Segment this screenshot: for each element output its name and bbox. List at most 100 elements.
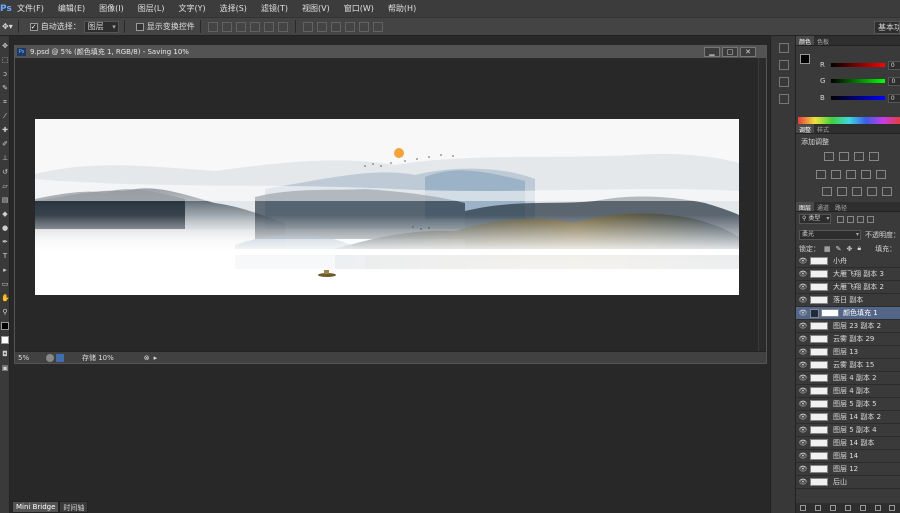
auto-select-checkbox[interactable]: ✓ bbox=[29, 22, 38, 31]
add-mask-icon[interactable] bbox=[830, 505, 837, 511]
layer-style-icon[interactable] bbox=[815, 505, 822, 511]
align-hcenter-icon[interactable] bbox=[263, 21, 274, 32]
visibility-eye-icon[interactable]: 👁︎ bbox=[796, 309, 810, 317]
layer-row[interactable]: 👁︎ 图层 14 副本 2 bbox=[796, 411, 900, 424]
visibility-eye-icon[interactable]: 👁︎ bbox=[796, 361, 810, 369]
brush-tool-icon[interactable]: ✐ bbox=[1, 140, 9, 148]
marquee-tool-icon[interactable]: ⬚ bbox=[1, 56, 9, 64]
green-value[interactable]: 0 bbox=[888, 76, 900, 86]
menu-layer[interactable]: 图层(L) bbox=[131, 3, 172, 14]
canvas-artwork[interactable] bbox=[35, 119, 739, 295]
eraser-tool-icon[interactable]: ▱ bbox=[1, 182, 9, 190]
visibility-eye-icon[interactable]: 👁︎ bbox=[796, 283, 810, 291]
layer-row[interactable]: 👁︎ 图层 13 bbox=[796, 346, 900, 359]
exposure-icon[interactable] bbox=[869, 152, 879, 161]
invert-icon[interactable] bbox=[822, 187, 832, 196]
background-color-swatch[interactable] bbox=[1, 336, 9, 344]
minimize-button[interactable]: ▁ bbox=[704, 47, 720, 57]
zoom-tool-icon[interactable]: ⚲ bbox=[1, 308, 9, 316]
show-transform-checkbox[interactable] bbox=[135, 22, 144, 31]
move-tool-icon[interactable]: ✥▾ bbox=[2, 22, 13, 31]
visibility-eye-icon[interactable]: 👁︎ bbox=[796, 478, 810, 486]
visibility-eye-icon[interactable]: 👁︎ bbox=[796, 374, 810, 382]
pen-tool-icon[interactable]: ✒ bbox=[1, 238, 9, 246]
zoom-level[interactable]: 5% bbox=[18, 354, 46, 362]
layer-row[interactable]: 👁︎ 图层 14 bbox=[796, 450, 900, 463]
distribute-vcenter-icon[interactable] bbox=[316, 21, 327, 32]
layer-mask-thumbnail[interactable] bbox=[821, 309, 839, 317]
visibility-eye-icon[interactable]: 👁︎ bbox=[796, 270, 810, 278]
layer-row[interactable]: 👁︎ 小舟 bbox=[796, 255, 900, 268]
layer-row[interactable]: 👁︎ 落日 副本 bbox=[796, 294, 900, 307]
levels-icon[interactable] bbox=[839, 152, 849, 161]
vertical-scrollbar[interactable] bbox=[758, 58, 766, 352]
menu-help[interactable]: 帮助(H) bbox=[381, 3, 423, 14]
blur-tool-icon[interactable]: ◆ bbox=[1, 210, 9, 218]
visibility-eye-icon[interactable]: 👁︎ bbox=[796, 452, 810, 460]
red-value[interactable]: 0 bbox=[887, 60, 900, 70]
distribute-top-icon[interactable] bbox=[302, 21, 313, 32]
visibility-eye-icon[interactable]: 👁︎ bbox=[796, 335, 810, 343]
threshold-icon[interactable] bbox=[852, 187, 862, 196]
visibility-eye-icon[interactable]: 👁︎ bbox=[796, 413, 810, 421]
blue-slider[interactable] bbox=[830, 96, 885, 100]
auto-select-toggle[interactable]: ✓ 自动选择： 图层 bbox=[29, 20, 119, 33]
lock-transparency-icon[interactable]: ▦ bbox=[824, 245, 831, 253]
status-toggle-icon[interactable] bbox=[46, 353, 54, 362]
align-right-icon[interactable] bbox=[277, 21, 288, 32]
gradient-map-icon[interactable] bbox=[882, 187, 892, 196]
layer-row[interactable]: 👁︎ 后山 bbox=[796, 476, 900, 489]
new-layer-icon[interactable] bbox=[874, 505, 881, 511]
blend-mode-dropdown[interactable]: 柔光 bbox=[799, 230, 861, 240]
history-panel-icon[interactable] bbox=[779, 43, 789, 53]
eyedropper-tool-icon[interactable]: ⁄ bbox=[1, 112, 9, 120]
brightness-icon[interactable] bbox=[824, 152, 834, 161]
visibility-eye-icon[interactable]: 👁︎ bbox=[796, 348, 810, 356]
layer-row[interactable]: 👁︎ 图层 4 副本 2 bbox=[796, 372, 900, 385]
align-top-icon[interactable] bbox=[207, 21, 218, 32]
visibility-eye-icon[interactable]: 👁︎ bbox=[796, 257, 810, 265]
color-balance-icon[interactable] bbox=[846, 170, 856, 179]
lock-all-icon[interactable]: 🔒︎ bbox=[857, 244, 861, 253]
align-vcenter-icon[interactable] bbox=[221, 21, 232, 32]
layer-row[interactable]: 👁︎ 图层 5 副本 4 bbox=[796, 424, 900, 437]
maximize-button[interactable]: □ bbox=[722, 47, 738, 57]
hand-tool-icon[interactable]: ✋ bbox=[1, 294, 10, 302]
properties-panel-icon[interactable] bbox=[779, 60, 789, 70]
history-brush-icon[interactable]: ↺ bbox=[1, 168, 9, 176]
tab-adjustments[interactable]: 调整 bbox=[796, 124, 815, 134]
distribute-left-icon[interactable] bbox=[344, 21, 355, 32]
document-titlebar[interactable]: Ps 9.psd @ 5% (颜色填充 1, RGB/8) - Saving 1… bbox=[15, 46, 766, 58]
screen-mode-icon[interactable]: ▣ bbox=[1, 364, 9, 372]
show-transform-toggle[interactable]: 显示变换控件 bbox=[135, 21, 195, 32]
black-white-icon[interactable] bbox=[861, 170, 871, 179]
tab-styles[interactable]: 样式 bbox=[814, 124, 832, 134]
tab-layers[interactable]: 图层 bbox=[796, 202, 815, 212]
workspace-switcher[interactable]: 基本功能 bbox=[874, 21, 900, 34]
layer-filter-dropdown[interactable]: ⚲ 类型 bbox=[799, 214, 832, 224]
blue-value[interactable]: 0 bbox=[887, 93, 900, 103]
foreground-color-swatch[interactable] bbox=[1, 322, 9, 330]
layer-row[interactable]: 👁︎ 图层 12 bbox=[796, 463, 900, 476]
menu-image[interactable]: 图像(I) bbox=[92, 3, 131, 14]
visibility-eye-icon[interactable]: 👁︎ bbox=[796, 296, 810, 304]
visibility-eye-icon[interactable]: 👁︎ bbox=[796, 322, 810, 330]
distribute-bottom-icon[interactable] bbox=[330, 21, 341, 32]
hue-saturation-icon[interactable] bbox=[831, 170, 841, 179]
filter-shape-icon[interactable] bbox=[867, 215, 875, 223]
menu-type[interactable]: 文字(Y) bbox=[171, 3, 212, 14]
layer-row[interactable]: 👁︎ 图层 14 副本 bbox=[796, 437, 900, 450]
layer-row[interactable]: 👁︎ 云雾 副本 15 bbox=[796, 359, 900, 372]
layer-row[interactable]: 👁︎ 图层 23 副本 2 bbox=[796, 320, 900, 333]
gradient-tool-icon[interactable]: ▤ bbox=[1, 196, 9, 204]
filter-type-icon[interactable] bbox=[857, 215, 865, 223]
link-layers-icon[interactable] bbox=[800, 505, 807, 511]
shape-tool-icon[interactable]: ▭ bbox=[1, 280, 9, 288]
lasso-tool-icon[interactable]: ↄ bbox=[1, 70, 9, 78]
layer-row[interactable]: 👁︎ 云雾 副本 29 bbox=[796, 333, 900, 346]
tab-timeline[interactable]: 时间轴 bbox=[59, 501, 89, 513]
curves-icon[interactable] bbox=[854, 152, 864, 161]
tab-channels[interactable]: 通道 bbox=[814, 202, 832, 212]
brush-panel-icon[interactable] bbox=[779, 77, 789, 87]
character-panel-icon[interactable] bbox=[779, 94, 789, 104]
